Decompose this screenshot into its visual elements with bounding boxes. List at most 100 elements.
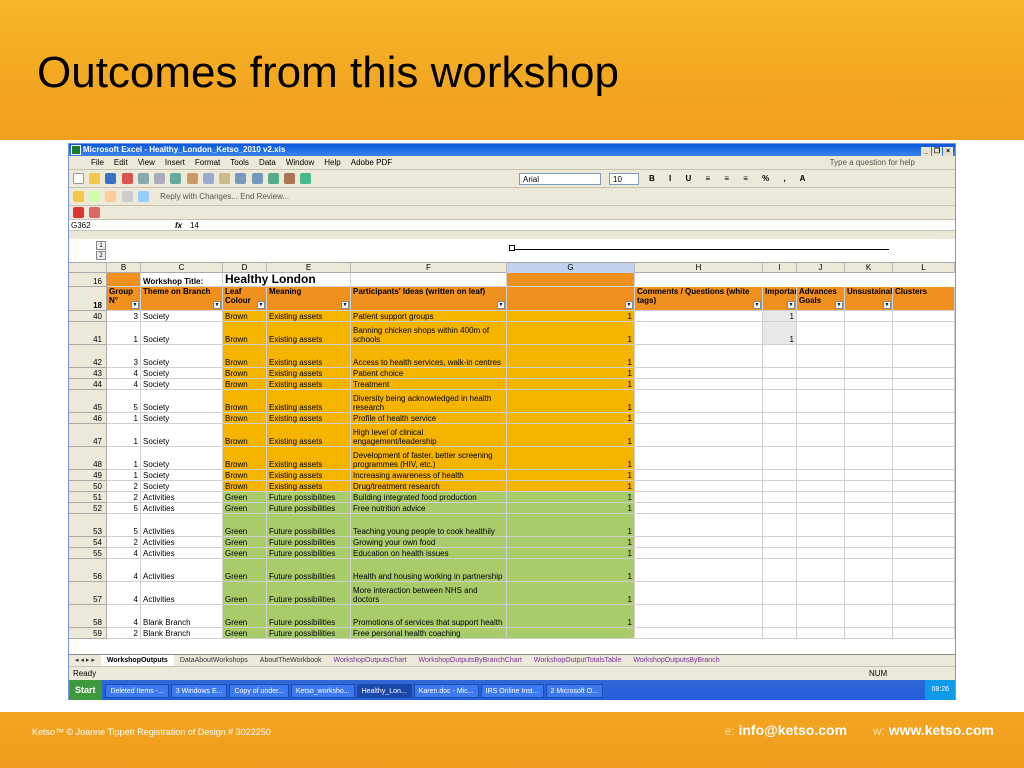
- unsustainable-cell[interactable]: [845, 537, 893, 548]
- review-icon-3[interactable]: [105, 191, 117, 203]
- meaning-cell[interactable]: Future possibilities: [267, 559, 351, 582]
- leaf-colour-cell[interactable]: Brown: [223, 470, 267, 481]
- unsustainable-cell[interactable]: [845, 413, 893, 424]
- meaning-cell[interactable]: Future possibilities: [267, 537, 351, 548]
- help-search-input[interactable]: Type a question for help: [830, 156, 915, 170]
- advances-cell[interactable]: [797, 492, 845, 503]
- meaning-cell[interactable]: Existing assets: [267, 368, 351, 379]
- comment-cell[interactable]: [635, 311, 763, 322]
- comment-cell[interactable]: [635, 548, 763, 559]
- row-number[interactable]: 57: [69, 582, 107, 605]
- count-cell[interactable]: 1: [507, 447, 635, 470]
- comment-cell[interactable]: [635, 424, 763, 447]
- theme-header[interactable]: Theme on Branch ▼: [141, 287, 223, 311]
- font-name-select[interactable]: Arial: [519, 173, 601, 185]
- advances-cell[interactable]: [797, 514, 845, 537]
- clusters-cell[interactable]: [893, 559, 955, 582]
- group-cell[interactable]: 4: [107, 582, 141, 605]
- comment-cell[interactable]: [635, 379, 763, 390]
- leaf-colour-cell[interactable]: Brown: [223, 447, 267, 470]
- workshop-title-label[interactable]: Workshop Title:: [141, 273, 223, 287]
- meaning-cell[interactable]: Existing assets: [267, 322, 351, 345]
- group-cell[interactable]: 4: [107, 559, 141, 582]
- importance-cell[interactable]: [763, 548, 797, 559]
- importance-cell[interactable]: [763, 492, 797, 503]
- sheet-tab[interactable]: AboutTheWorkbook: [254, 655, 328, 666]
- autosum-icon[interactable]: [267, 173, 279, 185]
- count-cell[interactable]: 1: [507, 492, 635, 503]
- column-header[interactable]: G: [507, 263, 635, 273]
- idea-cell[interactable]: Increasing awareness of health: [351, 470, 507, 481]
- clusters-cell[interactable]: [893, 514, 955, 537]
- leaf-colour-cell[interactable]: Brown: [223, 345, 267, 368]
- group-header[interactable]: Group N° ▼: [107, 287, 141, 311]
- advances-cell[interactable]: [797, 345, 845, 368]
- clusters-cell[interactable]: [893, 413, 955, 424]
- meaning-cell[interactable]: Existing assets: [267, 390, 351, 413]
- menu-item[interactable]: View: [138, 158, 155, 167]
- idea-cell[interactable]: High level of clinical engagement/leader…: [351, 424, 507, 447]
- sort-icon[interactable]: [284, 173, 296, 185]
- comment-cell[interactable]: [635, 447, 763, 470]
- clusters-cell[interactable]: [893, 582, 955, 605]
- meaning-cell[interactable]: Existing assets: [267, 481, 351, 492]
- row-number[interactable]: 44: [69, 379, 107, 390]
- unsustainable-cell[interactable]: [845, 322, 893, 345]
- sheet-tab[interactable]: WorkshopOutputsByBranch: [627, 655, 725, 666]
- column-header[interactable]: D: [223, 263, 267, 273]
- importance-header[interactable]: Importance▼: [763, 287, 797, 311]
- row-number[interactable]: 56: [69, 559, 107, 582]
- importance-cell[interactable]: [763, 368, 797, 379]
- clusters-cell[interactable]: [893, 379, 955, 390]
- menu-item[interactable]: Edit: [114, 158, 128, 167]
- meaning-cell[interactable]: Existing assets: [267, 345, 351, 368]
- comment-cell[interactable]: [635, 492, 763, 503]
- idea-cell[interactable]: Treatment: [351, 379, 507, 390]
- leaf-colour-cell[interactable]: Green: [223, 605, 267, 628]
- theme-cell[interactable]: Activities: [141, 582, 223, 605]
- importance-cell[interactable]: 1: [763, 322, 797, 345]
- leaf-colour-cell[interactable]: Green: [223, 582, 267, 605]
- group-cell[interactable]: 1: [107, 322, 141, 345]
- review-icon-2[interactable]: [89, 191, 101, 203]
- sheet-tab[interactable]: WorkshopOutputs: [100, 655, 174, 666]
- advances-cell[interactable]: [797, 447, 845, 470]
- theme-cell[interactable]: Activities: [141, 537, 223, 548]
- taskbar-task[interactable]: 2 Microsoft O...: [545, 684, 603, 699]
- unsustainable-cell[interactable]: [845, 447, 893, 470]
- sheet-tab[interactable]: DataAboutWorkshops: [174, 655, 254, 666]
- select-all-corner[interactable]: [69, 263, 107, 273]
- meaning-header[interactable]: Meaning ▼: [267, 287, 351, 311]
- leaf-colour-cell[interactable]: Brown: [223, 481, 267, 492]
- advances-cell[interactable]: [797, 379, 845, 390]
- row-number[interactable]: 45: [69, 390, 107, 413]
- cut-icon[interactable]: [186, 173, 198, 185]
- unsustainable-cell[interactable]: [845, 368, 893, 379]
- importance-cell[interactable]: [763, 503, 797, 514]
- row-number[interactable]: 53: [69, 514, 107, 537]
- formula-value[interactable]: 14: [190, 220, 199, 231]
- name-box[interactable]: G362: [69, 220, 139, 231]
- unsustainable-cell[interactable]: [845, 548, 893, 559]
- review-icon-5[interactable]: [137, 191, 149, 203]
- column-header[interactable]: H: [635, 263, 763, 273]
- menu-item[interactable]: Adobe PDF: [351, 158, 392, 167]
- leaf-colour-cell[interactable]: Green: [223, 492, 267, 503]
- idea-cell[interactable]: Banning chicken shops within 400m of sch…: [351, 322, 507, 345]
- group-cell[interactable]: 2: [107, 481, 141, 492]
- filter-dropdown-icon[interactable]: ▼: [497, 301, 505, 309]
- leaf-colour-cell[interactable]: Brown: [223, 311, 267, 322]
- clusters-cell[interactable]: [893, 605, 955, 628]
- idea-cell[interactable]: Access to health services, walk-in centr…: [351, 345, 507, 368]
- unsustainable-cell[interactable]: [845, 514, 893, 537]
- column-header[interactable]: J: [797, 263, 845, 273]
- idea-cell[interactable]: Growing your own food: [351, 537, 507, 548]
- taskbar-task[interactable]: Karen.doc - Mic...: [413, 684, 479, 699]
- comment-cell[interactable]: [635, 368, 763, 379]
- unsustainable-cell[interactable]: [845, 424, 893, 447]
- taskbar-task[interactable]: Ketso_worksho...: [290, 684, 355, 699]
- clusters-cell[interactable]: [893, 322, 955, 345]
- filter-dropdown-icon[interactable]: ▼: [625, 301, 633, 309]
- theme-cell[interactable]: Society: [141, 368, 223, 379]
- count-cell[interactable]: 1: [507, 559, 635, 582]
